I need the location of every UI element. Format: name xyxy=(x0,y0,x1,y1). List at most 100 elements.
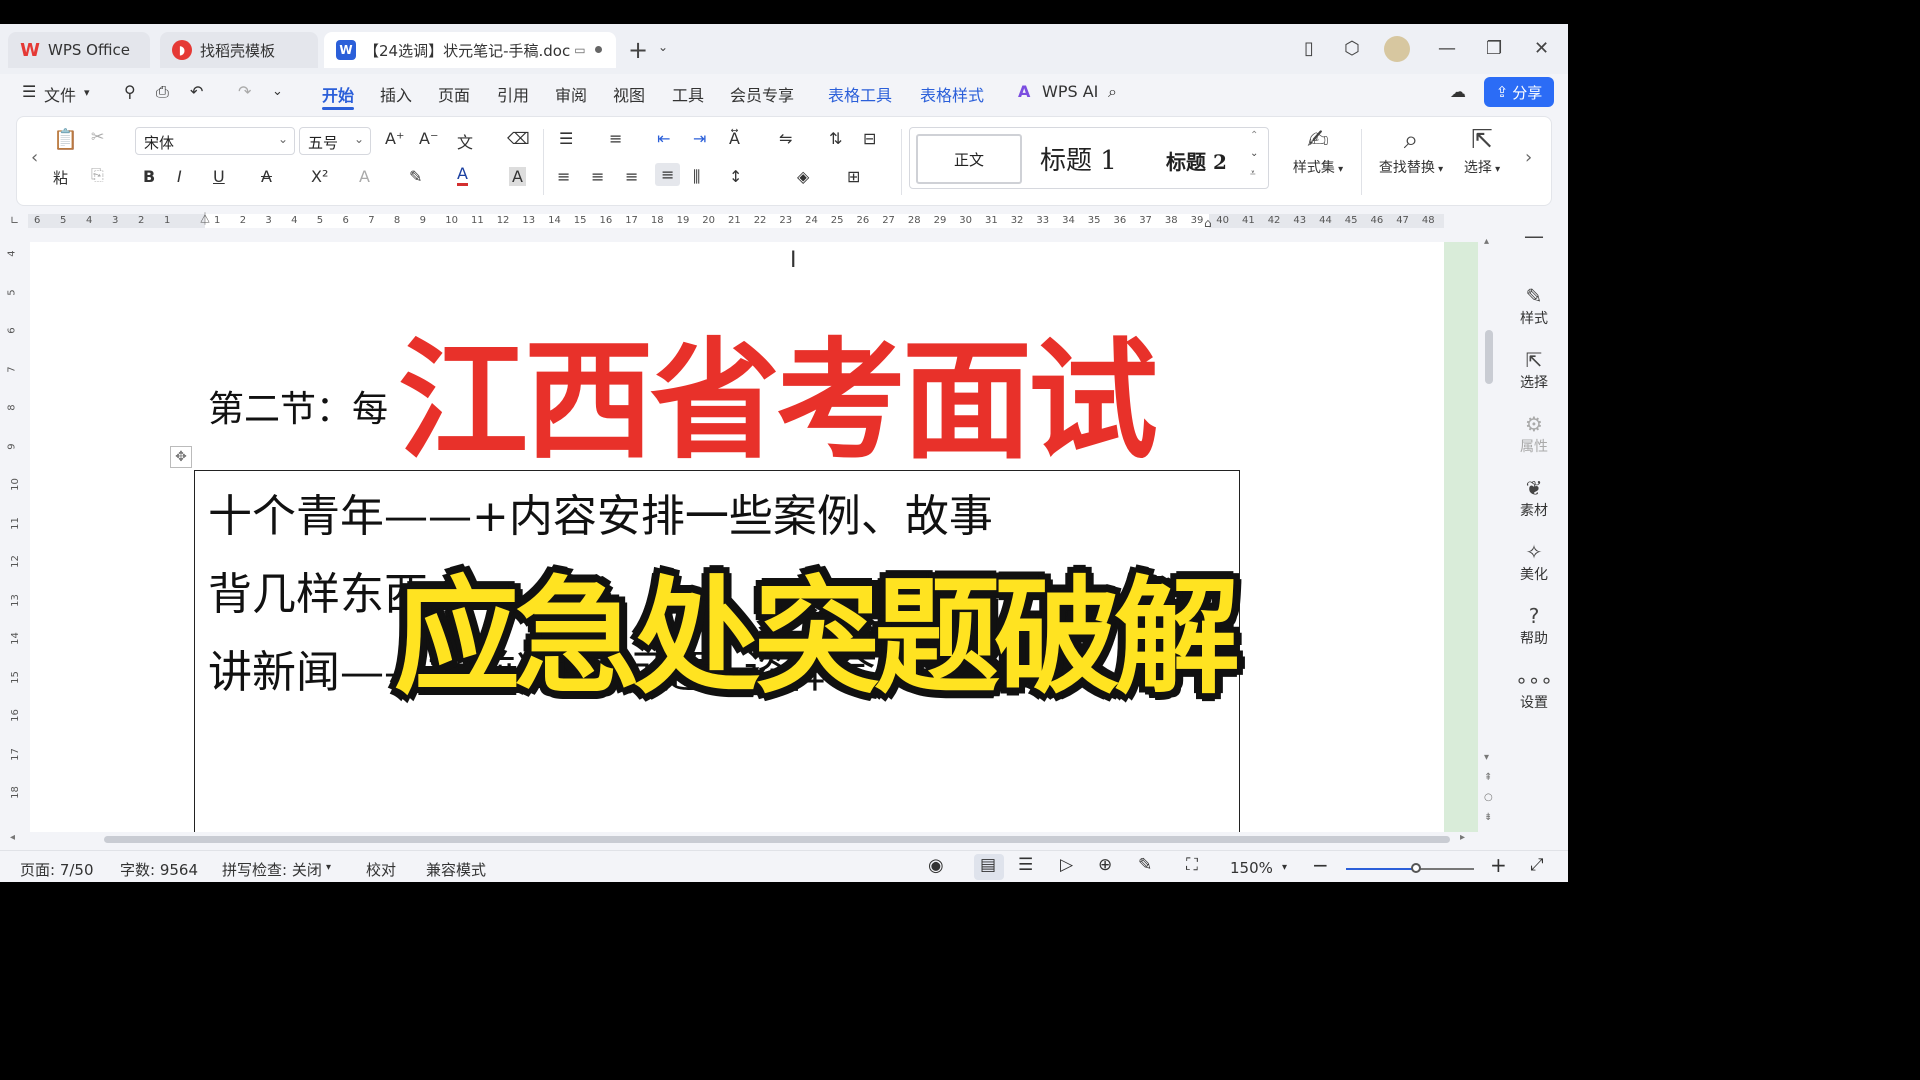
undo-icon[interactable]: ↶ xyxy=(190,82,203,101)
text-effect-icon[interactable]: A xyxy=(359,167,370,186)
quick-access-chevron-icon[interactable]: ⌄ xyxy=(272,84,283,99)
panel-select[interactable]: ⇱ 选择 xyxy=(1504,348,1564,392)
increase-indent-icon[interactable]: ⇥ xyxy=(693,129,706,148)
zoom-in-icon[interactable]: + xyxy=(1490,853,1507,877)
menu-references[interactable]: 引用 xyxy=(497,82,529,106)
format-painter-icon[interactable]: ⎘ xyxy=(91,165,104,185)
share-button[interactable]: ⇪ 分享 xyxy=(1484,77,1554,107)
restore-button[interactable]: ❐ xyxy=(1486,38,1502,59)
menu-review[interactable]: 审阅 xyxy=(555,82,587,106)
font-size-select[interactable]: 五号 ⌄ xyxy=(299,127,371,155)
sort-icon[interactable]: ⇅ xyxy=(829,129,842,148)
tab-templates[interactable]: ◗ 找稻壳模板 xyxy=(160,32,318,68)
ribbon-scroll-right-icon[interactable]: › xyxy=(1525,147,1532,168)
chevron-down-icon[interactable]: ▾ xyxy=(326,862,331,873)
style-gallery[interactable]: 正文 标题 1 标题 2 ⌃ ⌄ ⩡ xyxy=(909,127,1269,189)
unsaved-dot-icon[interactable] xyxy=(595,46,602,53)
underline-icon[interactable]: U xyxy=(213,167,225,186)
next-page-icon[interactable]: ⇟ xyxy=(1484,812,1492,823)
bold-icon[interactable]: B xyxy=(143,167,155,186)
table-move-handle-icon[interactable]: ✥ xyxy=(170,446,192,468)
wand-icon[interactable]: ⚲ xyxy=(124,82,136,101)
font-color-icon[interactable]: A xyxy=(457,165,468,186)
menu-table-tools[interactable]: 表格工具 xyxy=(828,82,892,106)
close-button[interactable]: ✕ xyxy=(1534,38,1549,59)
grow-font-icon[interactable]: A⁺ xyxy=(385,129,404,148)
section-heading[interactable]: 第二节：每 xyxy=(208,380,388,432)
print-preview-icon[interactable]: ⎙ xyxy=(156,82,169,102)
menu-file[interactable]: 文件 xyxy=(44,82,76,106)
gallery-expand-icon[interactable]: ⩡ xyxy=(1250,168,1256,179)
shading-icon[interactable]: ◈ xyxy=(797,167,809,186)
menu-table-style[interactable]: 表格样式 xyxy=(920,82,984,106)
tab-list-chevron-icon[interactable]: ⌄ xyxy=(658,40,668,54)
scroll-up-icon[interactable]: ▴ xyxy=(1484,236,1489,247)
select-button[interactable]: ⇱ 选择 ▾ xyxy=(1457,125,1507,177)
minimize-button[interactable]: — xyxy=(1438,38,1456,59)
panel-beautify[interactable]: ✧ 美化 xyxy=(1504,540,1564,584)
justify-icon[interactable]: ≡ xyxy=(655,163,681,186)
strikethrough-icon[interactable]: A xyxy=(261,167,272,186)
fullscreen-icon[interactable]: ⤢ xyxy=(1530,855,1544,875)
show-marks-icon[interactable]: ⊟ xyxy=(863,129,876,148)
cut-icon[interactable]: ✂ xyxy=(91,127,104,146)
find-replace-button[interactable]: ⌕ 查找替换 ▾ xyxy=(1371,125,1451,177)
decrease-indent-icon[interactable]: ⇤ xyxy=(657,129,670,148)
bullet-list-icon[interactable]: ☰ xyxy=(559,129,573,148)
pen-icon[interactable]: ✎ xyxy=(1138,855,1152,875)
menu-insert[interactable]: 插入 xyxy=(380,82,412,106)
right-indent-marker-icon[interactable]: ⌂ xyxy=(1204,216,1212,230)
paste-icon[interactable]: 📋 xyxy=(53,127,78,151)
borders-icon[interactable]: ⊞ xyxy=(847,167,860,186)
gallery-up-icon[interactable]: ⌃ xyxy=(1250,130,1258,141)
page-view-icon[interactable]: ▤ xyxy=(980,855,996,875)
menu-page[interactable]: 页面 xyxy=(438,82,470,106)
proofread-button[interactable]: 校对 xyxy=(366,859,396,880)
menu-home[interactable]: 开始 xyxy=(322,82,354,106)
scroll-right-icon[interactable]: ▸ xyxy=(1460,832,1465,843)
numbered-list-icon[interactable]: ≡ xyxy=(609,129,622,148)
horizontal-scrollbar[interactable]: ◂ ▸ xyxy=(0,832,1480,846)
menu-view[interactable]: 视图 xyxy=(613,82,645,106)
vertical-scrollbar[interactable]: ▴ ▾ ⇞ ○ ⇟ xyxy=(1480,236,1498,832)
highlight-icon[interactable]: ✎ xyxy=(409,167,422,186)
cloud-icon[interactable]: ☁ xyxy=(1450,82,1466,101)
chevron-down-icon[interactable]: ▾ xyxy=(1282,862,1287,873)
menu-tools[interactable]: 工具 xyxy=(672,82,704,106)
spell-check-status[interactable]: 拼写检查: 关闭 xyxy=(222,859,322,880)
redo-icon[interactable]: ↷ xyxy=(238,82,251,101)
new-tab-button[interactable]: + xyxy=(628,36,648,64)
page-indicator[interactable]: 页面: 7/50 xyxy=(20,859,94,880)
tab-wps-office[interactable]: W WPS Office xyxy=(8,32,150,68)
menu-wps-ai[interactable]: WPS AI xyxy=(1042,82,1098,101)
style-normal[interactable]: 正文 xyxy=(916,134,1022,184)
align-center-icon[interactable]: ≡ xyxy=(591,167,604,186)
avatar[interactable] xyxy=(1384,36,1410,62)
shrink-font-icon[interactable]: A⁻ xyxy=(419,129,438,148)
swap-icon[interactable]: ⇋ xyxy=(779,129,792,148)
scroll-left-icon[interactable]: ◂ xyxy=(10,832,15,843)
indent-marker-icon[interactable]: ⏃ xyxy=(199,210,211,227)
ribbon-scroll-left-icon[interactable]: ‹ xyxy=(31,147,38,168)
tab-stop-icon[interactable]: ∟ xyxy=(10,214,19,227)
clear-format-icon[interactable]: ⌫ xyxy=(507,129,530,148)
gallery-down-icon[interactable]: ⌄ xyxy=(1250,148,1258,159)
line-spacing-icon[interactable]: ↕ xyxy=(729,167,742,186)
phonetic-icon[interactable]: 文 xyxy=(457,129,473,153)
search-icon[interactable]: ⌕ xyxy=(1108,82,1117,102)
web-view-icon[interactable]: ⊕ xyxy=(1098,855,1112,875)
style-heading-2[interactable]: 标题 2 xyxy=(1166,146,1227,175)
panel-style[interactable]: ✎ 样式 xyxy=(1504,284,1564,328)
superscript-icon[interactable]: X² xyxy=(311,167,328,186)
zoom-out-icon[interactable]: − xyxy=(1312,853,1329,877)
style-set-button[interactable]: ✍ 样式集 ▾ xyxy=(1283,125,1353,177)
paste-button[interactable]: 粘 xyxy=(53,167,68,188)
word-count[interactable]: 字数: 9564 xyxy=(120,859,198,880)
distribute-icon[interactable]: ⫼ xyxy=(693,167,700,187)
panel-help[interactable]: ? 帮助 xyxy=(1504,604,1564,648)
horizontal-scroll-thumb[interactable] xyxy=(104,836,1450,843)
fit-page-icon[interactable]: ⛶ xyxy=(1186,855,1198,875)
align-left-icon[interactable]: ≡ xyxy=(557,167,570,186)
outline-view-icon[interactable]: ☰ xyxy=(1018,855,1033,875)
panel-collapse-icon[interactable]: — xyxy=(1504,224,1564,248)
